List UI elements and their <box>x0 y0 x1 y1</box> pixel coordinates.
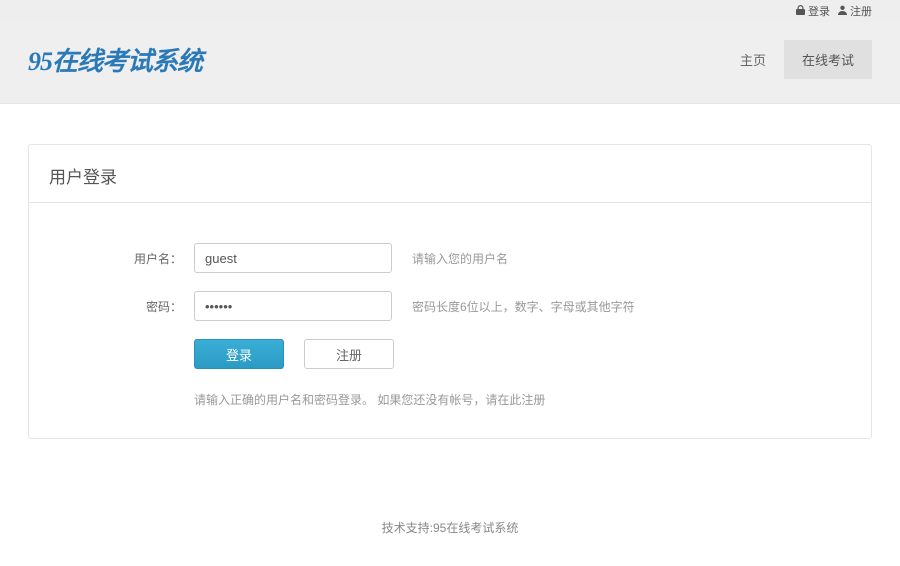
logo: 95在线考试系统 <box>28 41 202 78</box>
user-icon <box>838 5 847 18</box>
username-label: 用户名： <box>49 250 194 267</box>
header: 95在线考试系统 主页 在线考试 <box>0 22 900 104</box>
form-help-text: 请输入正确的用户名和密码登录。 如果您还没有帐号，请在此注册 <box>194 391 851 408</box>
nav-online-exam[interactable]: 在线考试 <box>784 40 872 79</box>
login-button[interactable]: 登录 <box>194 339 284 369</box>
password-hint: 密码长度6位以上，数字、字母或其他字符 <box>412 298 635 315</box>
register-button[interactable]: 注册 <box>304 339 394 369</box>
login-form: 用户名： 请输入您的用户名 密码： 密码长度6位以上，数字、字母或其他字符 登录… <box>29 203 871 438</box>
topbar-register-label: 注册 <box>850 3 872 19</box>
username-input[interactable] <box>194 243 392 273</box>
topbar-login-label: 登录 <box>808 3 830 19</box>
panel-header: 用户登录 <box>29 145 871 203</box>
button-row: 登录 注册 <box>194 339 851 369</box>
main-content: 用户登录 用户名： 请输入您的用户名 密码： 密码长度6位以上，数字、字母或其他… <box>0 104 900 459</box>
topbar-register-link[interactable]: 注册 <box>838 3 872 19</box>
password-label: 密码： <box>49 298 194 315</box>
nav-home[interactable]: 主页 <box>722 40 784 79</box>
password-row: 密码： 密码长度6位以上，数字、字母或其他字符 <box>49 291 851 321</box>
panel-title: 用户登录 <box>49 163 851 188</box>
topbar-login-link[interactable]: 登录 <box>796 3 830 19</box>
username-row: 用户名： 请输入您的用户名 <box>49 243 851 273</box>
lock-icon <box>796 5 805 18</box>
login-panel: 用户登录 用户名： 请输入您的用户名 密码： 密码长度6位以上，数字、字母或其他… <box>28 144 872 439</box>
main-nav: 主页 在线考试 <box>722 40 872 79</box>
top-bar: 登录 注册 <box>0 0 900 22</box>
footer: 技术支持:95在线考试系统 <box>0 459 900 566</box>
password-input[interactable] <box>194 291 392 321</box>
username-hint: 请输入您的用户名 <box>412 250 508 267</box>
